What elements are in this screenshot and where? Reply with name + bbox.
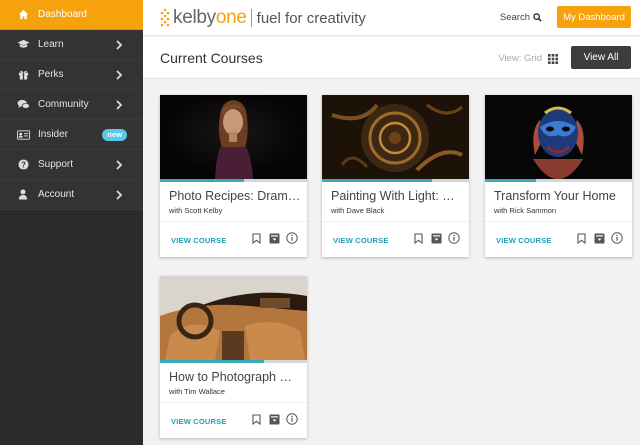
logo-divider <box>250 9 252 27</box>
bookmark-icon[interactable] <box>575 232 587 244</box>
view-course-link[interactable]: VIEW COURSE <box>171 417 227 426</box>
bookmark-icon[interactable] <box>250 232 262 244</box>
logo-mark-icon <box>160 8 170 27</box>
view-mode-toggle[interactable]: View: Grid <box>498 53 558 64</box>
chevron-right-icon <box>116 100 123 110</box>
sidebar-item-support[interactable]: ? Support <box>0 150 143 180</box>
sidebar-item-label: Support <box>38 159 74 170</box>
svg-text:?: ? <box>21 160 26 169</box>
card-divider <box>160 221 307 222</box>
chat-bubbles-icon <box>16 98 30 112</box>
course-author: with Scott Kelby <box>169 206 223 215</box>
sidebar-item-insider[interactable]: Insider new <box>0 120 143 150</box>
new-badge: new <box>102 129 127 141</box>
sidebar-item-label: Perks <box>38 69 64 80</box>
sidebar-item-label: Account <box>38 189 75 200</box>
chevron-right-icon <box>116 190 123 200</box>
chevron-right-icon <box>116 70 123 80</box>
card-divider <box>485 221 632 222</box>
course-progress-fill <box>322 179 433 182</box>
id-card-icon <box>16 128 30 142</box>
sidebar-item-label: Insider <box>38 129 69 140</box>
logo-tagline: fuel for creativity <box>256 9 366 27</box>
archive-icon[interactable] <box>430 232 442 244</box>
my-dashboard-button[interactable]: My Dashboard <box>557 6 631 28</box>
sidebar-item-label: Community <box>38 99 89 110</box>
bookmark-icon[interactable] <box>250 413 262 425</box>
course-title[interactable]: Painting With Light: Still Life <box>331 189 463 203</box>
course-progress-bar <box>160 179 307 182</box>
course-title[interactable]: Photo Recipes: Dramatic Portraits <box>169 189 301 203</box>
sidebar-item-community[interactable]: Community <box>0 90 143 120</box>
search-button[interactable]: Search <box>500 12 542 23</box>
home-icon <box>16 8 30 22</box>
kelbyone-logo[interactable]: kelbyone fuel for creativity <box>159 6 366 30</box>
logo-wordmark: kelbyone <box>173 7 247 28</box>
card-actions <box>575 232 623 244</box>
page-title: Current Courses <box>160 50 263 66</box>
chevron-right-icon <box>116 160 123 170</box>
course-author: with Dave Black <box>331 206 385 215</box>
course-progress-fill <box>160 360 265 363</box>
grid-icon <box>548 53 558 64</box>
graduation-cap-icon <box>16 38 30 52</box>
card-actions <box>250 413 298 425</box>
archive-icon[interactable] <box>268 413 280 425</box>
sidebar-item-label: Learn <box>38 39 64 50</box>
view-course-link[interactable]: VIEW COURSE <box>333 236 389 245</box>
sidebar-item-account[interactable]: Account <box>0 180 143 210</box>
search-icon <box>533 13 542 22</box>
view-all-button[interactable]: View All <box>571 46 631 69</box>
info-icon[interactable] <box>448 232 460 244</box>
sidebar-item-perks[interactable]: Perks <box>0 60 143 90</box>
info-icon[interactable] <box>611 232 623 244</box>
gift-icon <box>16 68 30 82</box>
search-label: Search <box>499 12 530 23</box>
card-divider <box>322 221 469 222</box>
title-bar: Current Courses View: Grid View All <box>143 37 640 79</box>
top-header: kelbyone fuel for creativity Search My D… <box>143 0 640 36</box>
course-title[interactable]: Transform Your Home <box>494 189 626 203</box>
sidebar-item-label: Dashboard <box>38 9 87 20</box>
question-circle-icon: ? <box>16 158 30 172</box>
course-thumbnail-still-life[interactable] <box>322 95 469 179</box>
course-thumbnail-car-interior[interactable] <box>160 276 307 360</box>
course-author: with Tim Wallace <box>169 387 225 396</box>
archive-icon[interactable] <box>593 232 605 244</box>
sidebar-item-learn[interactable]: Learn <box>0 30 143 60</box>
info-icon[interactable] <box>286 413 298 425</box>
view-course-link[interactable]: VIEW COURSE <box>171 236 227 245</box>
view-course-link[interactable]: VIEW COURSE <box>496 236 552 245</box>
user-icon <box>16 188 30 202</box>
card-divider <box>160 402 307 403</box>
sidebar-item-dashboard[interactable]: Dashboard <box>0 0 143 30</box>
sidebar: Dashboard Learn Perks Community Insider … <box>0 0 143 445</box>
course-card[interactable]: Transform Your Home with Rick Sammon VIE… <box>485 95 632 257</box>
bookmark-icon[interactable] <box>412 232 424 244</box>
course-title[interactable]: How to Photograph Cars <box>169 370 301 384</box>
archive-icon[interactable] <box>268 232 280 244</box>
chevron-right-icon <box>116 40 123 50</box>
course-progress-fill <box>485 179 537 182</box>
course-progress-bar <box>485 179 632 182</box>
view-mode-label: View: Grid <box>498 53 542 64</box>
course-progress-fill <box>160 179 244 182</box>
course-card[interactable]: Painting With Light: Still Life with Dav… <box>322 95 469 257</box>
course-progress-bar <box>322 179 469 182</box>
course-progress-bar <box>160 360 307 363</box>
course-thumbnail-mask[interactable] <box>485 95 632 179</box>
course-author: with Rick Sammon <box>494 206 557 215</box>
course-card[interactable]: How to Photograph Cars with Tim Wallace … <box>160 276 307 438</box>
card-actions <box>250 232 298 244</box>
course-card[interactable]: Photo Recipes: Dramatic Portraits with S… <box>160 95 307 257</box>
info-icon[interactable] <box>286 232 298 244</box>
card-actions <box>412 232 460 244</box>
course-thumbnail-portrait[interactable] <box>160 95 307 179</box>
